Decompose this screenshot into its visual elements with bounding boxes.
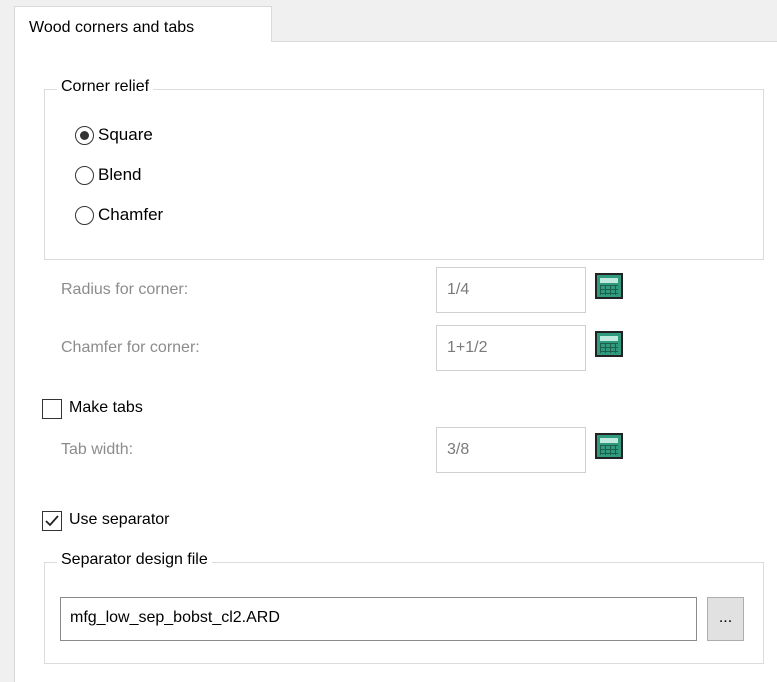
chamfer-field[interactable]: 1+1/2 (436, 325, 586, 371)
chamfer-label: Chamfer for corner: (61, 339, 200, 356)
make-tabs-label: Make tabs (69, 399, 143, 416)
use-separator-label: Use separator (69, 511, 170, 528)
radio-blend[interactable]: Blend (75, 165, 141, 185)
calculator-icon[interactable] (595, 331, 623, 357)
corner-relief-title: Corner relief (57, 78, 154, 96)
use-separator-checkbox[interactable] (42, 511, 62, 531)
tab-width-label: Tab width: (61, 441, 134, 458)
tab-wood-corners-and-tabs[interactable]: Wood corners and tabs (14, 6, 272, 42)
make-tabs-checkbox[interactable] (42, 399, 62, 419)
checkmark-icon (45, 515, 59, 527)
calculator-keys (600, 343, 618, 353)
calculator-screen (600, 336, 618, 341)
calculator-icon[interactable] (595, 433, 623, 459)
radius-label: Radius for corner: (61, 281, 189, 298)
tabstrip-line (272, 41, 777, 42)
tab-width-field[interactable]: 3/8 (436, 427, 586, 473)
radio-square-label: Square (98, 125, 153, 144)
radio-blend-button[interactable] (75, 165, 94, 185)
radio-square[interactable]: Square (75, 125, 153, 145)
tab-label: Wood corners and tabs (29, 19, 195, 36)
radio-chamfer-button[interactable] (75, 205, 94, 225)
calculator-icon[interactable] (595, 273, 623, 299)
corner-relief-group (44, 89, 764, 260)
separator-title: Separator design file (57, 551, 212, 569)
radius-field[interactable]: 1/4 (436, 267, 586, 313)
radio-chamfer-label: Chamfer (98, 205, 164, 224)
calculator-keys (600, 285, 618, 295)
radio-selected-dot (80, 130, 89, 140)
separator-file-input[interactable]: mfg_low_sep_bobst_cl2.ARD (60, 597, 697, 641)
calculator-screen (600, 438, 618, 443)
radio-blend-label: Blend (98, 165, 142, 184)
calculator-keys (600, 445, 618, 455)
radio-square-button[interactable] (75, 125, 94, 145)
calculator-screen (600, 278, 618, 283)
browse-button[interactable]: ... (707, 597, 744, 641)
radio-chamfer[interactable]: Chamfer (75, 205, 163, 225)
